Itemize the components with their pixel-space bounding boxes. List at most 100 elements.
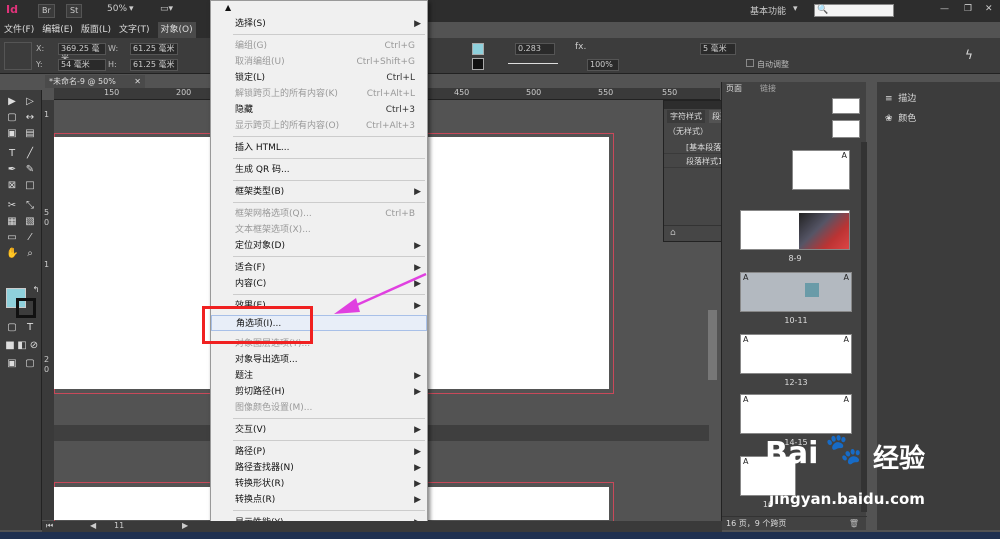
apply-gradient-icon[interactable]: ◧ (16, 340, 28, 352)
apply-none-icon[interactable]: ⊘ (28, 340, 40, 352)
page-tool-icon[interactable]: ▢ (6, 112, 18, 124)
prev-page-icon[interactable]: ◀ (90, 521, 96, 530)
spread-thumb-12-13[interactable]: A A (740, 334, 852, 374)
menu-layout[interactable]: 版面(L) (81, 22, 111, 38)
spread-thumb-10-11[interactable]: A A (740, 272, 852, 312)
selection-tool-icon[interactable]: ▶ (6, 96, 18, 108)
content-collector-icon[interactable]: ▣ (6, 128, 18, 140)
normal-mode-icon[interactable]: ▣ (6, 358, 18, 370)
direct-selection-tool-icon[interactable]: ▷ (24, 96, 36, 108)
master-page-thumb[interactable] (832, 120, 860, 138)
page-thumb[interactable]: A (792, 150, 850, 190)
tab-links[interactable]: 链接 (760, 83, 776, 94)
w-field[interactable]: 61.25 毫米 (130, 43, 178, 55)
apply-color-icon[interactable]: ■ (4, 340, 16, 352)
menu-item-select[interactable]: 选择(S) ▶ (211, 16, 427, 32)
menu-item-paths[interactable]: 路径(P) ▶ (211, 444, 427, 460)
swap-colors-icon[interactable]: ↰ (30, 284, 42, 296)
formatting-text-icon[interactable]: T (24, 322, 36, 334)
menu-item-convert-shape[interactable]: 转换形状(R) ▶ (211, 476, 427, 492)
ruler-h-label: 450 (454, 88, 470, 97)
stroke-type-line[interactable] (508, 63, 558, 64)
close-tab-icon[interactable]: ✕ (134, 75, 141, 88)
stroke-swatch[interactable] (472, 58, 484, 70)
gradient-swatch-tool-icon[interactable]: ▦ (6, 216, 18, 228)
stock-button[interactable]: St (66, 4, 83, 18)
tab-character-styles[interactable]: 字符样式 (667, 110, 705, 123)
eyedropper-tool-icon[interactable]: ⁄ (24, 232, 36, 244)
ruler-v-label: 1 (44, 260, 50, 269)
clear-overrides-icon[interactable]: ⌂ (670, 228, 676, 238)
content-placer-icon[interactable]: ▤ (24, 128, 36, 140)
gradient-feather-tool-icon[interactable]: ▧ (24, 216, 36, 228)
restore-icon[interactable]: ❐ (964, 4, 972, 14)
menu-object[interactable]: 对象(O) (157, 22, 196, 38)
master-page-thumb[interactable] (832, 98, 860, 114)
rectangle-frame-tool-icon[interactable]: ⊠ (6, 180, 18, 192)
h-field[interactable]: 61.25 毫米 (130, 59, 178, 71)
workspace-dropdown-icon[interactable]: ▾ (793, 4, 798, 14)
fill-swatch[interactable] (472, 43, 484, 55)
menu-item-frame-type[interactable]: 框架类型(B) ▶ (211, 184, 427, 200)
y-field[interactable]: 54 毫米 (58, 59, 106, 71)
ruler-h-label: 550 (598, 88, 614, 97)
pencil-tool-icon[interactable]: ✎ (24, 164, 36, 176)
zoom-tool-icon[interactable]: ⌕ (24, 248, 36, 260)
scroll-up-icon[interactable]: ▲ (225, 3, 231, 12)
document-tab[interactable]: *未命名-9 @ 50% ✕ (45, 75, 145, 88)
stroke-color-box[interactable] (16, 298, 36, 318)
close-icon[interactable]: ✕ (985, 4, 993, 14)
quick-apply-icon[interactable]: ϟ (965, 48, 973, 62)
menu-item-lock[interactable]: 锁定(L) Ctrl+L (211, 70, 427, 86)
line-tool-icon[interactable]: ╱ (24, 148, 36, 160)
menu-item-pathfinder[interactable]: 路径查找器(N) ▶ (211, 460, 427, 476)
spread-thumb-8-9[interactable] (740, 210, 850, 250)
color-panel-button[interactable]: ❀ 颜色 (885, 110, 916, 128)
menu-item-show-all: 显示跨页上的所有内容(O) Ctrl+Alt+3 (235, 121, 415, 131)
autofit-checkbox[interactable] (746, 59, 754, 67)
menu-item-generate-qr[interactable]: 生成 QR 码... (211, 162, 427, 178)
search-input[interactable]: 🔍 (814, 4, 894, 17)
vertical-scrollbar-thumb[interactable] (708, 310, 717, 380)
view-options-icon[interactable]: ▭▾ (160, 4, 173, 14)
rectangle-tool-icon[interactable]: □ (24, 180, 36, 192)
menu-file[interactable]: 文件(F) (4, 22, 34, 38)
zoom-level[interactable]: 50% (107, 4, 127, 14)
paw-icon: 🐾 (825, 432, 863, 467)
menu-item-hide[interactable]: 隐藏 Ctrl+3 (211, 102, 427, 118)
preview-mode-icon[interactable]: ▢ (24, 358, 36, 370)
gap-tool-icon[interactable]: ↔ (24, 112, 36, 124)
opacity-field[interactable]: 100% (587, 59, 619, 71)
free-transform-tool-icon[interactable]: ⤡ (24, 200, 36, 212)
menu-item-convert-point[interactable]: 转换点(R) ▶ (211, 492, 427, 508)
pen-tool-icon[interactable]: ✒ (6, 164, 18, 176)
menu-edit[interactable]: 编辑(E) (42, 22, 73, 38)
fx-icon[interactable]: fx. (575, 42, 586, 52)
page-number-field[interactable]: 11 (114, 521, 124, 530)
menu-item-anchored-object[interactable]: 定位对象(D) ▶ (211, 238, 427, 254)
submenu-arrow-icon: ▶ (414, 19, 421, 29)
reference-point-icon[interactable] (4, 42, 32, 70)
menu-item-clipping-path[interactable]: 剪切路径(H) ▶ (211, 384, 427, 400)
x-field[interactable]: 369.25 毫米 (58, 43, 106, 63)
menu-item-captions[interactable]: 题注 ▶ (211, 368, 427, 384)
next-page-icon[interactable]: ▶ (182, 521, 188, 530)
minimize-icon[interactable]: — (940, 4, 949, 14)
formatting-container-icon[interactable]: ▢ (6, 322, 18, 334)
bridge-button[interactable]: Br (38, 4, 55, 18)
menu-item-interactive[interactable]: 交互(V) ▶ (211, 422, 427, 438)
stroke-panel-button[interactable]: ≡ 描边 (885, 90, 916, 108)
menu-item-insert-html[interactable]: 插入 HTML... (211, 140, 427, 156)
workspace-selector[interactable]: 基本功能 (750, 4, 786, 17)
note-tool-icon[interactable]: ▭ (6, 232, 18, 244)
menu-item-object-export-options[interactable]: 对象导出选项... (211, 352, 427, 368)
tab-pages[interactable]: 页面 (726, 83, 742, 94)
zoom-dropdown-icon[interactable]: ▾ (129, 4, 134, 14)
type-tool-icon[interactable]: T (6, 148, 18, 160)
menu-type[interactable]: 文字(T) (119, 22, 150, 38)
stroke-weight-field[interactable]: 0.283 (515, 43, 555, 55)
hand-tool-icon[interactable]: ✋ (6, 248, 18, 260)
scissors-tool-icon[interactable]: ✂ (6, 200, 18, 212)
first-page-icon[interactable]: ⏮ (46, 521, 53, 531)
gap-field[interactable]: 5 毫米 (700, 43, 736, 55)
